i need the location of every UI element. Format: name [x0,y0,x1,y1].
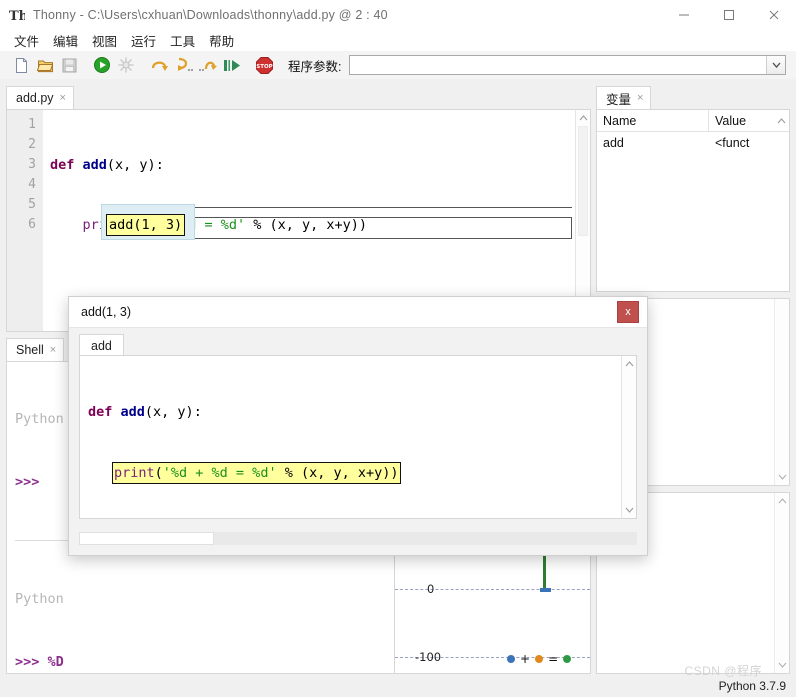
variables-tabstrip: 变量 × [596,86,790,109]
function-call-dialog[interactable]: add(1, 3) x add def add(x, y): print('%d… [68,296,648,556]
column-header-value[interactable]: Value [709,110,774,132]
variable-name: add [603,136,624,150]
tab-add[interactable]: add [79,334,124,356]
program-arguments-combobox[interactable] [349,55,786,75]
tab-label: 变量 [606,92,632,107]
code-line: def add(x, y): [50,157,164,173]
python-version-label: Python 3.7.9 [718,678,786,693]
menu-item-file[interactable]: 文件 [7,30,46,51]
open-file-icon[interactable] [33,53,57,77]
program-arguments-label: 程序参数: [288,59,342,74]
scrollbar-thumb[interactable] [578,126,588,236]
close-icon[interactable]: × [60,92,66,104]
close-icon[interactable] [751,0,796,29]
variables-pane: 变量 × Name Value add <funct [596,86,790,292]
thonny-logo-icon: Th [9,7,25,23]
line-number: 5 [28,197,36,212]
legend-operator-equals: = [548,652,559,666]
debug-highlighted-call: add(1, 3) [106,214,186,236]
line-number: 2 [28,137,36,152]
chevron-up-icon[interactable] [775,494,789,508]
variables-body: Name Value add <funct [596,109,790,292]
bar-blue [540,588,551,592]
chevron-down-icon[interactable] [766,56,785,74]
menu-bar: 文件 编辑 视图 运行 工具 帮助 [0,29,796,51]
step-into-icon[interactable] [171,53,195,77]
dialog-highlighted-line: print('%d + %d = %d' % (x, y, x+y)) [112,462,401,484]
dialog-title: add(1, 3) [81,305,132,319]
ytick-label-0: 0 [427,582,435,596]
table-row[interactable]: add <funct [597,132,789,154]
chevron-down-icon[interactable] [775,658,789,672]
toolbar: STOP 程序参数: [0,51,796,79]
tab-add-py[interactable]: add.py × [6,86,74,109]
variables-rows: add <funct [597,132,789,291]
thonny-window: Th Thonny - C:\Users\cxhuan\Downloads\th… [0,0,796,697]
gridline-zero [395,589,590,590]
chart-legend: + = [507,652,572,666]
close-icon[interactable]: × [50,344,56,356]
chevron-up-icon[interactable] [774,117,789,124]
line-number: 3 [28,157,36,172]
menu-item-edit[interactable]: 编辑 [46,30,85,51]
ytick-label-neg100: -100 [415,650,442,664]
window-title: Thonny - C:\Users\cxhuan\Downloads\thonn… [33,7,388,22]
tab-label: Shell [16,343,44,357]
debug-icon[interactable] [114,53,138,77]
editor-tabstrip: add.py × [6,86,591,109]
line-number: 1 [28,117,36,132]
step-out-icon[interactable] [195,53,219,77]
menu-item-help[interactable]: 帮助 [202,30,241,51]
window-buttons [661,0,796,29]
variable-value: <funct [715,136,750,150]
column-header-name[interactable]: Name [597,109,709,132]
minimize-icon[interactable] [661,0,706,29]
close-icon[interactable]: x [617,301,639,323]
run-icon[interactable] [90,53,114,77]
chevron-down-icon[interactable] [622,503,636,517]
menu-item-view[interactable]: 视图 [85,30,124,51]
panel-vertical-scrollbar[interactable] [774,299,789,485]
panel-vertical-scrollbar-2[interactable] [774,493,789,673]
line-number: 6 [28,217,36,232]
save-file-icon[interactable] [57,53,81,77]
status-bar: Python 3.7.9 [0,674,796,697]
step-over-icon[interactable] [147,53,171,77]
chevron-down-icon[interactable] [775,470,789,484]
chevron-up-icon[interactable] [622,357,636,371]
dialog-code: def add(x, y): print('%d + %d = %d' % (x… [80,356,621,518]
variables-header: Name Value [597,109,789,132]
line-number: 4 [28,177,36,192]
dialog-tabstrip: add [69,328,647,356]
maximize-icon[interactable] [706,0,751,29]
chevron-up-icon[interactable] [576,111,590,125]
new-file-icon[interactable] [9,53,33,77]
tab-label: add.py [16,91,54,105]
stop-icon[interactable]: STOP [252,53,276,77]
menu-item-tools[interactable]: 工具 [163,30,202,51]
svg-text:Th: Th [9,9,25,23]
program-arguments-input[interactable] [350,56,766,74]
title-bar: Th Thonny - C:\Users\cxhuan\Downloads\th… [0,0,796,29]
tab-variables[interactable]: 变量 × [596,86,652,109]
dialog-title-bar: add(1, 3) x [69,297,647,328]
svg-text:STOP: STOP [256,64,272,70]
dialog-vertical-scrollbar[interactable] [621,356,636,518]
menu-item-run[interactable]: 运行 [124,30,163,51]
legend-dot-blue [507,655,515,663]
legend-dot-orange [535,655,544,663]
dialog-code-area[interactable]: def add(x, y): print('%d + %d = %d' % (x… [79,355,637,519]
legend-operator-plus: + [520,652,531,666]
scrollbar-thumb[interactable] [79,532,214,545]
code-line: def add(x, y): [88,404,202,420]
code-line: print('%d + %d = %d' % (x, y, x+y)) [88,462,621,484]
editor-gutter: 1 2 3 4 5 6 [7,110,43,331]
resume-icon[interactable] [219,53,243,77]
legend-dot-green [563,655,572,663]
dialog-horizontal-scrollbar[interactable] [79,532,637,545]
close-icon[interactable]: × [637,92,643,104]
tab-shell[interactable]: Shell × [6,338,65,361]
